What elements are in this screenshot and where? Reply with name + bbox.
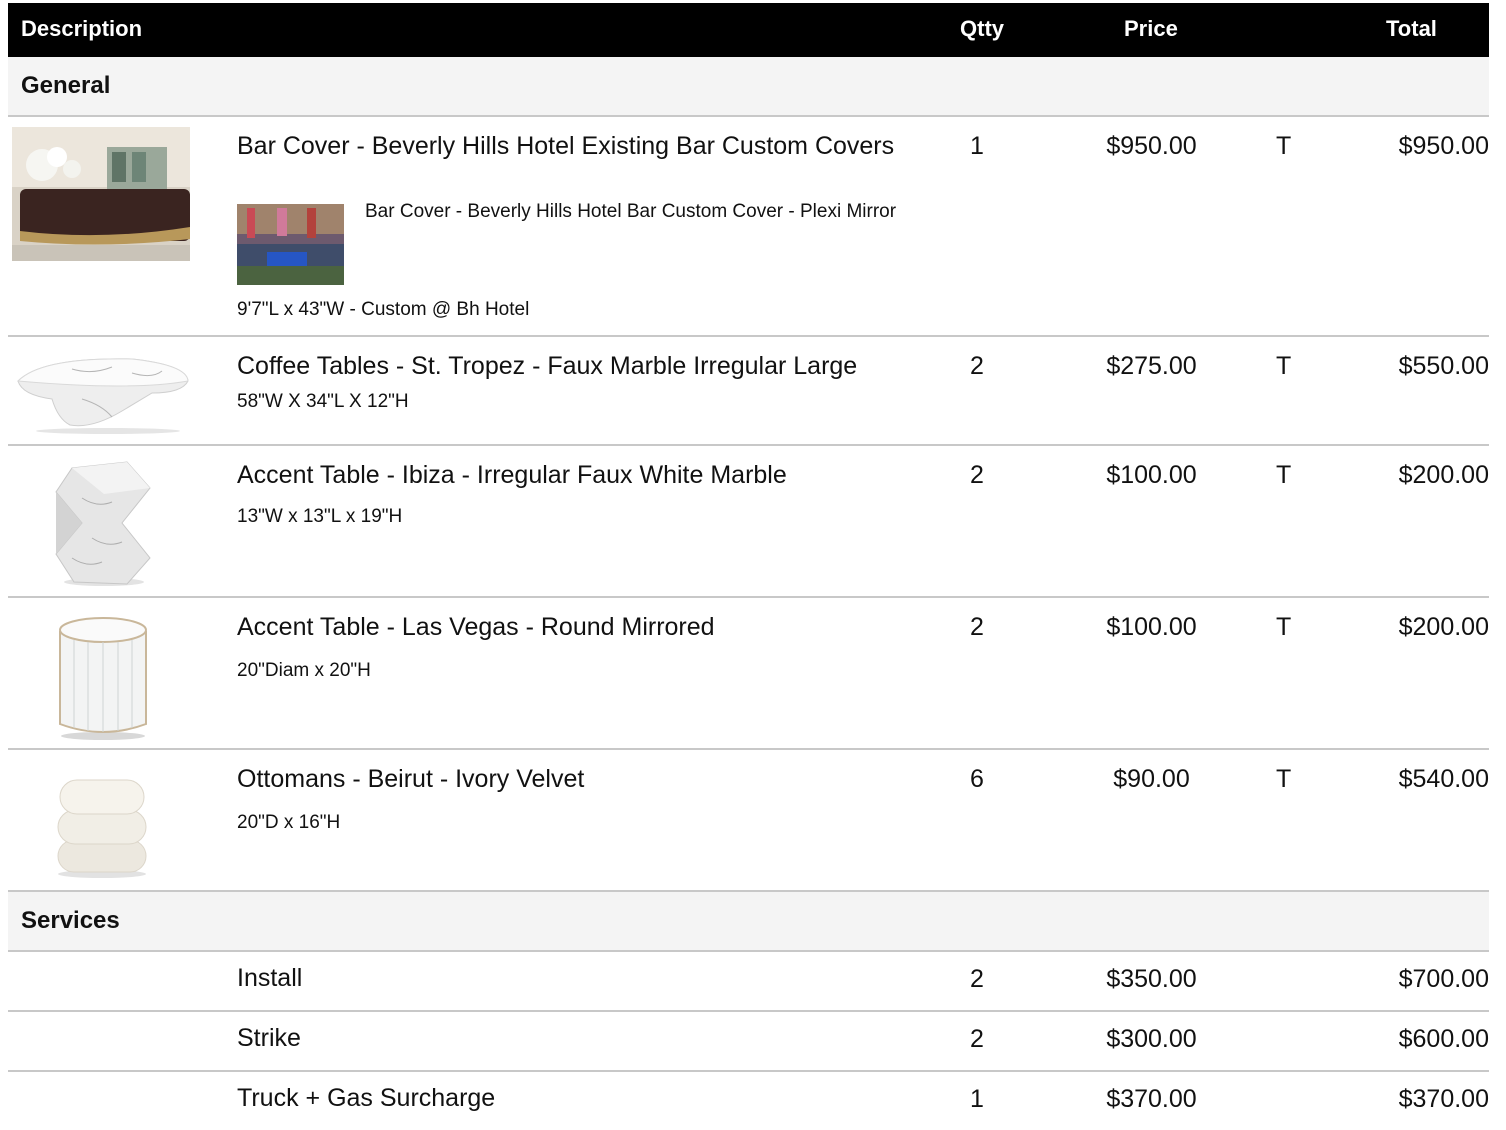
item-dimensions: 20"Diam x 20"H <box>237 660 371 681</box>
item-tax-flag: T <box>1276 765 1292 793</box>
las-vegas-table-image <box>56 610 150 740</box>
section-general: General <box>8 57 1489 117</box>
item-title: Coffee Tables - St. Tropez - Faux Marble… <box>237 352 858 380</box>
item-qty: 2 <box>970 613 984 641</box>
item-total: $200.00 <box>1398 613 1489 641</box>
item-qty: 2 <box>970 461 984 489</box>
section-services: Services <box>8 892 1489 952</box>
service-total: $600.00 <box>1398 1025 1489 1053</box>
item-sub-description: Bar Cover - Beverly Hills Hotel Bar Cust… <box>365 201 897 222</box>
item-price: $275.00 <box>1106 352 1197 380</box>
item-tax-flag: T <box>1276 461 1292 489</box>
table-row: Accent Table - Las Vegas - Round Mirrore… <box>8 598 1489 750</box>
service-qty: 1 <box>970 1085 984 1113</box>
table-row: Coffee Tables - St. Tropez - Faux Marble… <box>8 337 1489 446</box>
ibiza-table-image <box>52 458 152 588</box>
item-tax-flag: T <box>1276 352 1292 380</box>
service-name: Truck + Gas Surcharge <box>237 1084 496 1112</box>
header-qty: Qtty <box>960 16 1004 41</box>
table-row: Install 2 $350.00 $700.00 <box>8 952 1489 1012</box>
item-qty: 2 <box>970 352 984 380</box>
item-dimensions: 9'7"L x 43"W - Custom @ Bh Hotel <box>237 299 530 320</box>
service-price: $370.00 <box>1106 1085 1197 1113</box>
item-total: $200.00 <box>1398 461 1489 489</box>
quote-items-table: Description Qtty Price Total General Bar <box>8 3 1489 1130</box>
item-dimensions: 20"D x 16"H <box>237 812 341 833</box>
header-price: Price <box>1124 16 1178 41</box>
item-dimensions: 58"W X 34"L X 12"H <box>237 391 409 412</box>
item-total: $950.00 <box>1398 132 1489 160</box>
service-price: $300.00 <box>1106 1025 1197 1053</box>
item-price: $100.00 <box>1106 461 1197 489</box>
header-total: Total <box>1386 16 1437 41</box>
item-tax-flag: T <box>1276 132 1292 160</box>
service-price: $350.00 <box>1106 965 1197 993</box>
item-qty: 6 <box>970 765 984 793</box>
ottoman-image <box>54 774 150 878</box>
table-row: Bar Cover - Beverly Hills Hotel Existing… <box>8 117 1489 337</box>
service-qty: 2 <box>970 1025 984 1053</box>
item-total: $550.00 <box>1398 352 1489 380</box>
table-header: Description Qtty Price Total <box>8 3 1489 57</box>
table-row: Accent Table - Ibiza - Irregular Faux Wh… <box>8 446 1489 598</box>
item-title: Ottomans - Beirut - Ivory Velvet <box>237 765 585 793</box>
item-title: Accent Table - Ibiza - Irregular Faux Wh… <box>237 461 787 489</box>
bar-cover-photo-image <box>237 204 344 285</box>
item-title: Bar Cover - Beverly Hills Hotel Existing… <box>237 132 895 160</box>
service-qty: 2 <box>970 965 984 993</box>
service-total: $700.00 <box>1398 965 1489 993</box>
section-title: Services <box>21 907 120 934</box>
item-title: Accent Table - Las Vegas - Round Mirrore… <box>237 613 715 641</box>
table-row: Truck + Gas Surcharge 1 $370.00 $370.00 <box>8 1072 1489 1130</box>
service-total: $370.00 <box>1398 1085 1489 1113</box>
table-row: Strike 2 $300.00 $600.00 <box>8 1012 1489 1072</box>
item-dimensions: 13"W x 13"L x 19"H <box>237 506 403 527</box>
service-name: Strike <box>237 1024 301 1052</box>
section-title: General <box>21 72 111 99</box>
coffee-table-image <box>12 349 190 435</box>
table-row: Ottomans - Beirut - Ivory Velvet 20"D x … <box>8 750 1489 892</box>
item-qty: 1 <box>970 132 984 160</box>
item-tax-flag: T <box>1276 613 1292 641</box>
item-price: $90.00 <box>1113 765 1190 793</box>
item-price: $100.00 <box>1106 613 1197 641</box>
item-price: $950.00 <box>1106 132 1197 160</box>
header-description: Description <box>21 16 143 41</box>
item-total: $540.00 <box>1398 765 1489 793</box>
service-name: Install <box>237 964 303 992</box>
bar-photo-image <box>12 127 190 261</box>
